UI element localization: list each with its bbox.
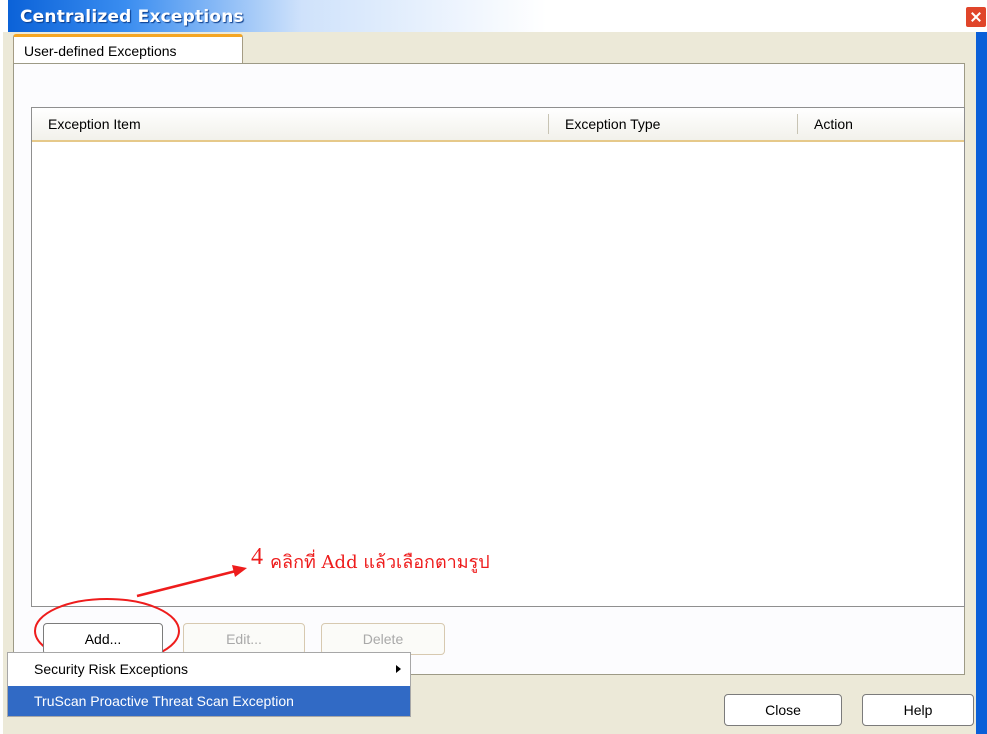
edit-button[interactable]: Edit... xyxy=(183,623,305,655)
annotation-instruction: คลิกที่ Add แล้วเลือกตามรูป xyxy=(270,552,490,573)
menu-item-truscan-exception[interactable]: TruScan Proactive Threat Scan Exception xyxy=(8,686,410,716)
annotation-step-number: 4 xyxy=(251,544,263,570)
close-button[interactable]: Close xyxy=(724,694,842,726)
delete-button[interactable]: Delete xyxy=(321,623,445,655)
menu-item-security-risk-exceptions[interactable]: Security Risk Exceptions xyxy=(8,654,410,684)
menu-item-label: TruScan Proactive Threat Scan Exception xyxy=(34,693,294,709)
annotation-arrow-line xyxy=(136,569,237,598)
add-context-menu: Security Risk Exceptions TruScan Proacti… xyxy=(7,652,411,717)
add-button[interactable]: Add... xyxy=(43,623,163,655)
annotation-arrow-head xyxy=(232,565,247,577)
submenu-arrow-icon xyxy=(396,665,401,673)
menu-item-label: Security Risk Exceptions xyxy=(34,661,189,677)
help-button[interactable]: Help xyxy=(862,694,974,726)
